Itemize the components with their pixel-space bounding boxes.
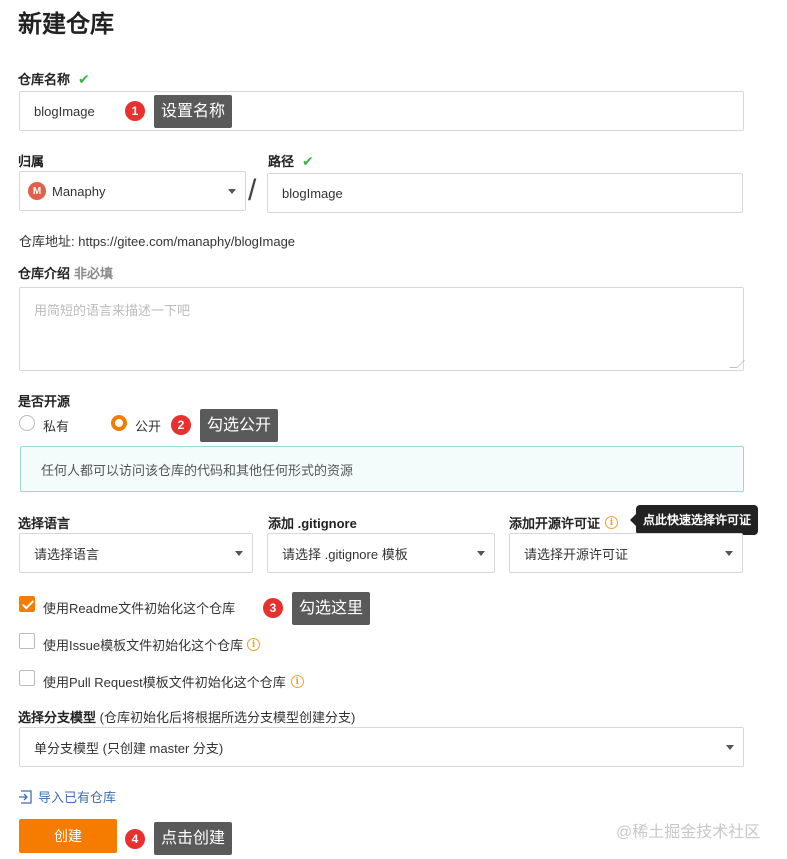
chevron-down-icon [725,551,733,556]
step-badge-4: 4 [125,829,145,849]
description-placeholder: 用简短的语言来描述一下吧 [34,303,191,318]
radio-public-label: 公开 [135,419,162,434]
visibility-notice: 任何人都可以访问该仓库的代码和其他任何形式的资源 [20,446,744,492]
issue-checkbox-row: 使用Issue模板文件初始化这个仓库 i [43,635,261,654]
path-label: 路径 ✔ [268,151,314,170]
license-tooltip-text: 点此快速选择许可证 [643,513,752,527]
repo-name-label-text: 仓库名称 [18,72,71,87]
issue-checkbox-label: 使用Issue模板文件初始化这个仓库 [43,638,244,653]
radio-public[interactable] [111,415,127,431]
repo-url: 仓库地址: https://gitee.com/manaphy/blogImag… [19,231,295,250]
language-value: 请选择语言 [34,546,100,562]
description-textarea[interactable]: 用简短的语言来描述一下吧 [19,287,745,371]
path-input[interactable]: blogImage [267,173,743,213]
owner-value: Manaphy [52,183,106,199]
path-label-text: 路径 [268,154,295,169]
watermark: @稀土掘金技术社区 [616,824,761,841]
step-badge-2: 2 [171,415,191,435]
repo-url-value: https://gitee.com/manaphy/blogImage [78,234,296,249]
step-badge-3: 3 [263,598,283,618]
readme-checkbox-label: 使用Readme文件初始化这个仓库 [43,601,236,616]
resize-handle-icon[interactable] [729,360,745,368]
license-select[interactable]: 请选择开源许可证 [509,533,743,573]
owner-select[interactable]: M Manaphy [19,171,246,211]
import-repo-link[interactable]: 导入已有仓库 [19,787,116,806]
description-optional: 非必填 [74,266,114,281]
repo-name-valid-icon: ✔ [78,71,90,87]
language-select[interactable]: 请选择语言 [19,533,253,573]
tip-check-public: 勾选公开 [200,409,279,442]
visibility-label: 是否开源 [18,394,71,409]
path-valid-icon: ✔ [302,153,314,169]
visibility-notice-text: 任何人都可以访问该仓库的代码和其他任何形式的资源 [41,462,354,478]
pr-checkbox[interactable] [19,670,35,686]
language-label: 选择语言 [18,516,71,531]
page-title: 新建仓库 [18,11,114,38]
branch-model-label-text: 选择分支模型 [18,710,97,725]
repo-name-value: blogImage [34,103,95,119]
info-icon[interactable]: i [605,516,619,529]
avatar: M [28,182,46,200]
tooltip-arrow [630,514,636,526]
license-label: 添加开源许可证 i [509,513,619,532]
chevron-down-icon [477,551,485,556]
path-separator: / [248,174,257,207]
gitignore-select[interactable]: 请选择 .gitignore 模板 [267,533,495,573]
branch-model-select[interactable]: 单分支模型 (只创建 master 分支) [19,727,744,767]
owner-label: 归属 [18,154,45,169]
radio-private-label: 私有 [43,419,70,434]
branch-model-hint: (仓库初始化后将根据所选分支模型创建分支) [99,710,356,725]
tip-check-here: 勾选这里 [292,592,371,625]
readme-checkbox[interactable] [19,596,35,612]
radio-private[interactable] [19,415,35,431]
step-badge-1: 1 [125,101,145,121]
chevron-down-icon [235,551,243,556]
license-label-text: 添加开源许可证 [509,516,601,531]
import-repo-link-text: 导入已有仓库 [38,790,117,805]
branch-model-label: 选择分支模型 (仓库初始化后将根据所选分支模型创建分支) [18,707,355,726]
description-label-text: 仓库介绍 [18,266,71,281]
gitignore-value: 请选择 .gitignore 模板 [282,546,408,562]
pr-checkbox-row: 使用Pull Request模板文件初始化这个仓库 i [43,672,304,691]
tip-click-create: 点击创建 [154,822,233,855]
path-value: blogImage [282,185,343,201]
repo-name-label: 仓库名称 ✔ [18,69,90,88]
info-icon[interactable]: i [290,675,304,688]
create-button-label: 创建 [54,828,82,844]
pr-checkbox-label: 使用Pull Request模板文件初始化这个仓库 [43,675,286,690]
repo-url-label: 仓库地址: [19,234,75,249]
chevron-down-icon [726,745,734,750]
gitignore-label: 添加 .gitignore [268,516,357,531]
license-value: 请选择开源许可证 [524,546,629,562]
issue-checkbox[interactable] [19,633,35,649]
tip-set-name: 设置名称 [154,95,233,128]
branch-model-value: 单分支模型 (只创建 master 分支) [34,740,224,756]
info-icon[interactable]: i [247,638,261,651]
description-label: 仓库介绍 非必填 [18,263,113,282]
create-button[interactable]: 创建 [19,819,117,853]
import-icon [19,789,32,804]
license-tooltip: 点此快速选择许可证 [630,505,759,535]
chevron-down-icon [228,189,236,194]
